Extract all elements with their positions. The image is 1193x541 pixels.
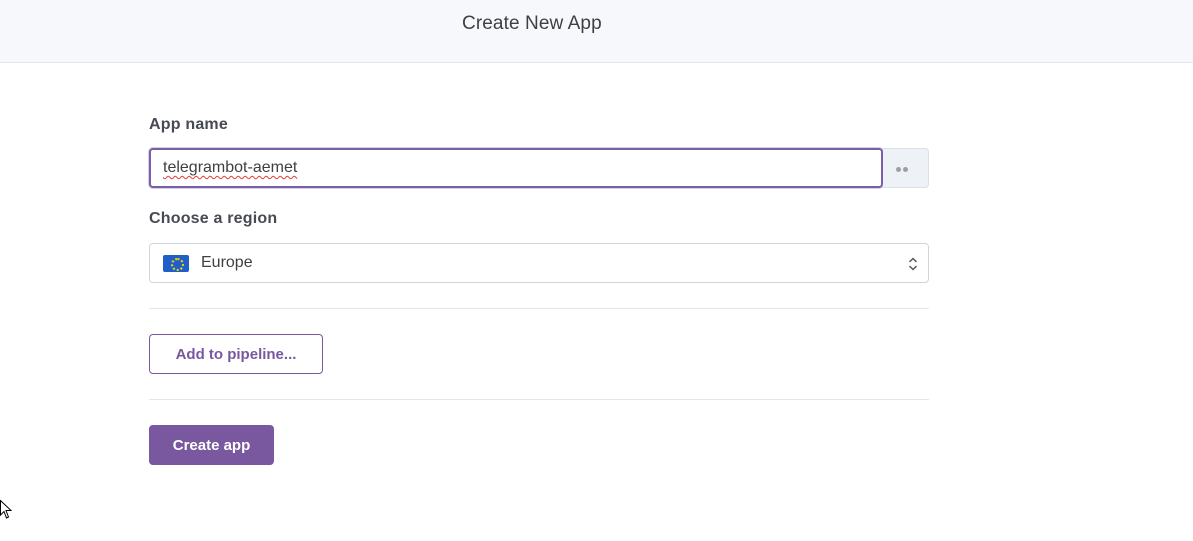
- region-label: Choose a region: [149, 210, 278, 227]
- add-to-pipeline-button[interactable]: Add to pipeline...: [149, 334, 323, 374]
- region-select[interactable]: Europe: [149, 243, 929, 283]
- app-name-label: App name: [149, 116, 228, 133]
- create-app-button[interactable]: Create app: [149, 425, 274, 465]
- section-divider: [149, 308, 929, 309]
- region-selected-value: Europe: [201, 254, 253, 271]
- mouse-cursor-icon: [0, 500, 12, 519]
- select-arrows-icon: [908, 257, 918, 271]
- app-name-value: telegrambot-aemet: [163, 159, 298, 176]
- loading-dot-icon: [903, 167, 908, 172]
- page-title: Create New App: [462, 13, 602, 34]
- create-app-page: Create New App App name telegrambot-aeme…: [0, 0, 1193, 541]
- page-header: Create New App: [0, 0, 1193, 63]
- loading-dot-icon: [896, 167, 901, 172]
- section-divider: [149, 399, 929, 400]
- eu-flag-icon: [163, 255, 189, 272]
- name-availability-indicator: [883, 148, 929, 188]
